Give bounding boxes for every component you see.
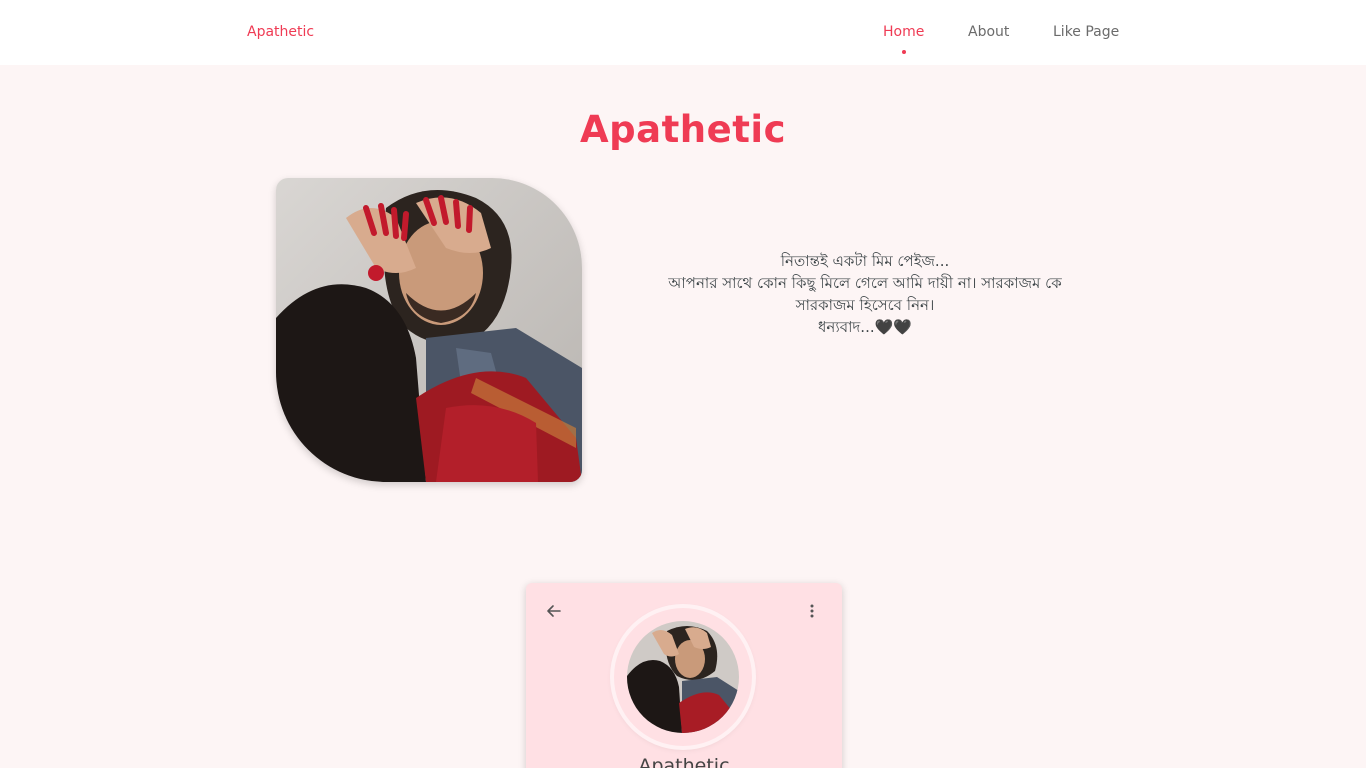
description-line: ধন্যবাদ...🖤🖤 [818, 318, 912, 336]
hero-photo [276, 178, 582, 482]
profile-name: Apathetic [638, 755, 730, 768]
navbar: Apathetic Home About Like Page [0, 0, 1366, 65]
brand-link[interactable]: Apathetic [247, 24, 314, 40]
page-description: নিতান্তই একটা মিম পেইজ... আপনার সাথে কোন… [630, 250, 1100, 338]
description-line: সারকাজম হিসেবে নিন। [795, 296, 935, 314]
page-title: Apathetic [579, 108, 786, 151]
arrow-left-icon[interactable] [546, 603, 562, 619]
profile-card: Apathetic [526, 583, 842, 768]
avatar-ring [614, 608, 752, 746]
nav-link-about[interactable]: About [968, 24, 1009, 40]
nav-link-home[interactable]: Home [883, 24, 924, 40]
active-indicator [902, 50, 906, 54]
more-vertical-icon[interactable] [804, 603, 820, 619]
description-line: আপনার সাথে কোন কিছু মিলে গেলে আমি দায়ী … [668, 274, 1062, 292]
nav-link-like-page[interactable]: Like Page [1053, 24, 1119, 40]
avatar[interactable] [627, 621, 739, 733]
description-line: নিতান্তই একটা মিম পেইজ... [780, 252, 950, 270]
